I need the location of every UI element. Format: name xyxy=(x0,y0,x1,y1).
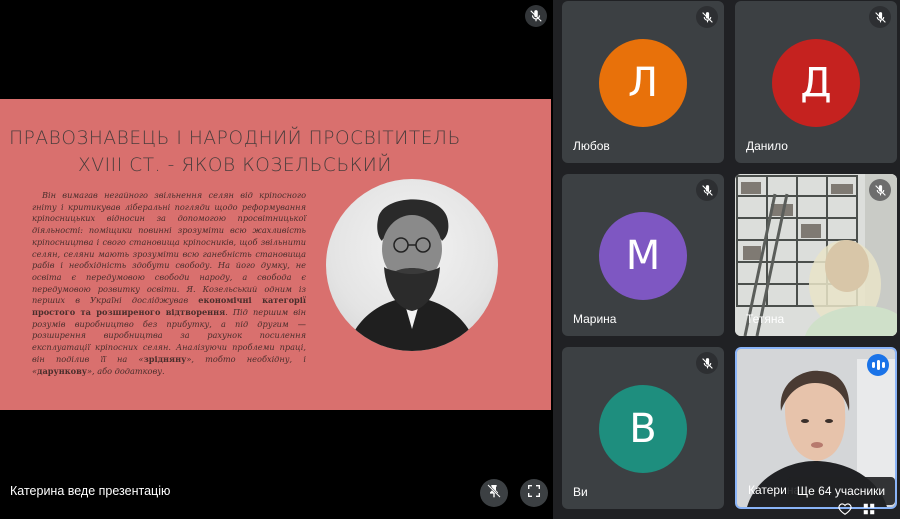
mic-off-icon xyxy=(696,6,718,28)
participant-tile[interactable]: Л Любов xyxy=(562,1,724,163)
slide-title-line2: XVIII СТ. - ЯКОВ КОЗЕЛЬСЬКИЙ xyxy=(78,155,392,176)
unpin-button[interactable] xyxy=(480,479,508,507)
body-bold-text: дарункову xyxy=(37,365,88,376)
avatar: М xyxy=(599,212,687,300)
presenter-label: Катерина веде презентацію xyxy=(10,484,171,498)
more-participants-label: Ще 64 учасники xyxy=(796,484,886,498)
pin-off-icon xyxy=(486,483,502,504)
more-icon[interactable] xyxy=(862,502,876,519)
avatar-initial: М xyxy=(625,233,661,279)
slide-title-line1: ПРАВОЗНАВЕЦЬ І НАРОДНИЙ ПРОСВІТИТЕЛЬ xyxy=(9,128,461,149)
meeting-stage: ПРАВОЗНАВЕЦЬ І НАРОДНИЙ ПРОСВІТИТЕЛЬ XVI… xyxy=(0,0,900,519)
avatar: В xyxy=(599,385,687,473)
more-participants-button[interactable]: Ще 64 учасники xyxy=(787,477,895,505)
mic-off-icon xyxy=(869,179,891,201)
slide-body-text: Він вимагав негайного звільнення селян в… xyxy=(32,190,306,377)
mic-off-icon xyxy=(869,6,891,28)
mic-off-icon xyxy=(696,352,718,374)
slide-title: ПРАВОЗНАВЕЦЬ І НАРОДНИЙ ПРОСВІТИТЕЛЬ XVI… xyxy=(0,125,470,179)
heart-icon[interactable] xyxy=(838,502,852,519)
participant-name: Данило xyxy=(746,139,788,153)
participant-tile[interactable]: М Марина xyxy=(562,174,724,336)
avatar-initial: В xyxy=(629,406,657,452)
presentation-tile[interactable]: ПРАВОЗНАВЕЦЬ І НАРОДНИЙ ПРОСВІТИТЕЛЬ XVI… xyxy=(0,0,553,519)
portrait-image xyxy=(326,179,498,351)
presentation-slide: ПРАВОЗНАВЕЦЬ І НАРОДНИЙ ПРОСВІТИТЕЛЬ XVI… xyxy=(0,99,551,410)
bottom-controls xyxy=(838,502,900,519)
fullscreen-icon xyxy=(526,483,542,504)
participant-name: Ви xyxy=(573,485,588,499)
participant-name: Любов xyxy=(573,139,610,153)
mic-off-icon xyxy=(696,179,718,201)
speaking-indicator-icon xyxy=(867,354,889,376)
avatar: Л xyxy=(599,39,687,127)
participant-tile-self[interactable]: В Ви xyxy=(562,347,724,509)
avatar-initial: Д xyxy=(800,60,832,106)
participant-tile[interactable]: Д Данило xyxy=(735,1,897,163)
participant-name: Тетяна xyxy=(746,312,785,326)
body-bold-text: зрідняну xyxy=(143,353,187,364)
participant-tile[interactable]: Тетяна xyxy=(735,174,897,336)
body-text: », або додаткову. xyxy=(87,365,165,376)
participant-name: Марина xyxy=(573,312,617,326)
mic-off-icon xyxy=(525,5,547,27)
fullscreen-button[interactable] xyxy=(520,479,548,507)
body-text: Він вимагав негайного звільнення селян в… xyxy=(32,190,306,306)
avatar: Д xyxy=(772,39,860,127)
avatar-initial: Л xyxy=(627,60,659,106)
